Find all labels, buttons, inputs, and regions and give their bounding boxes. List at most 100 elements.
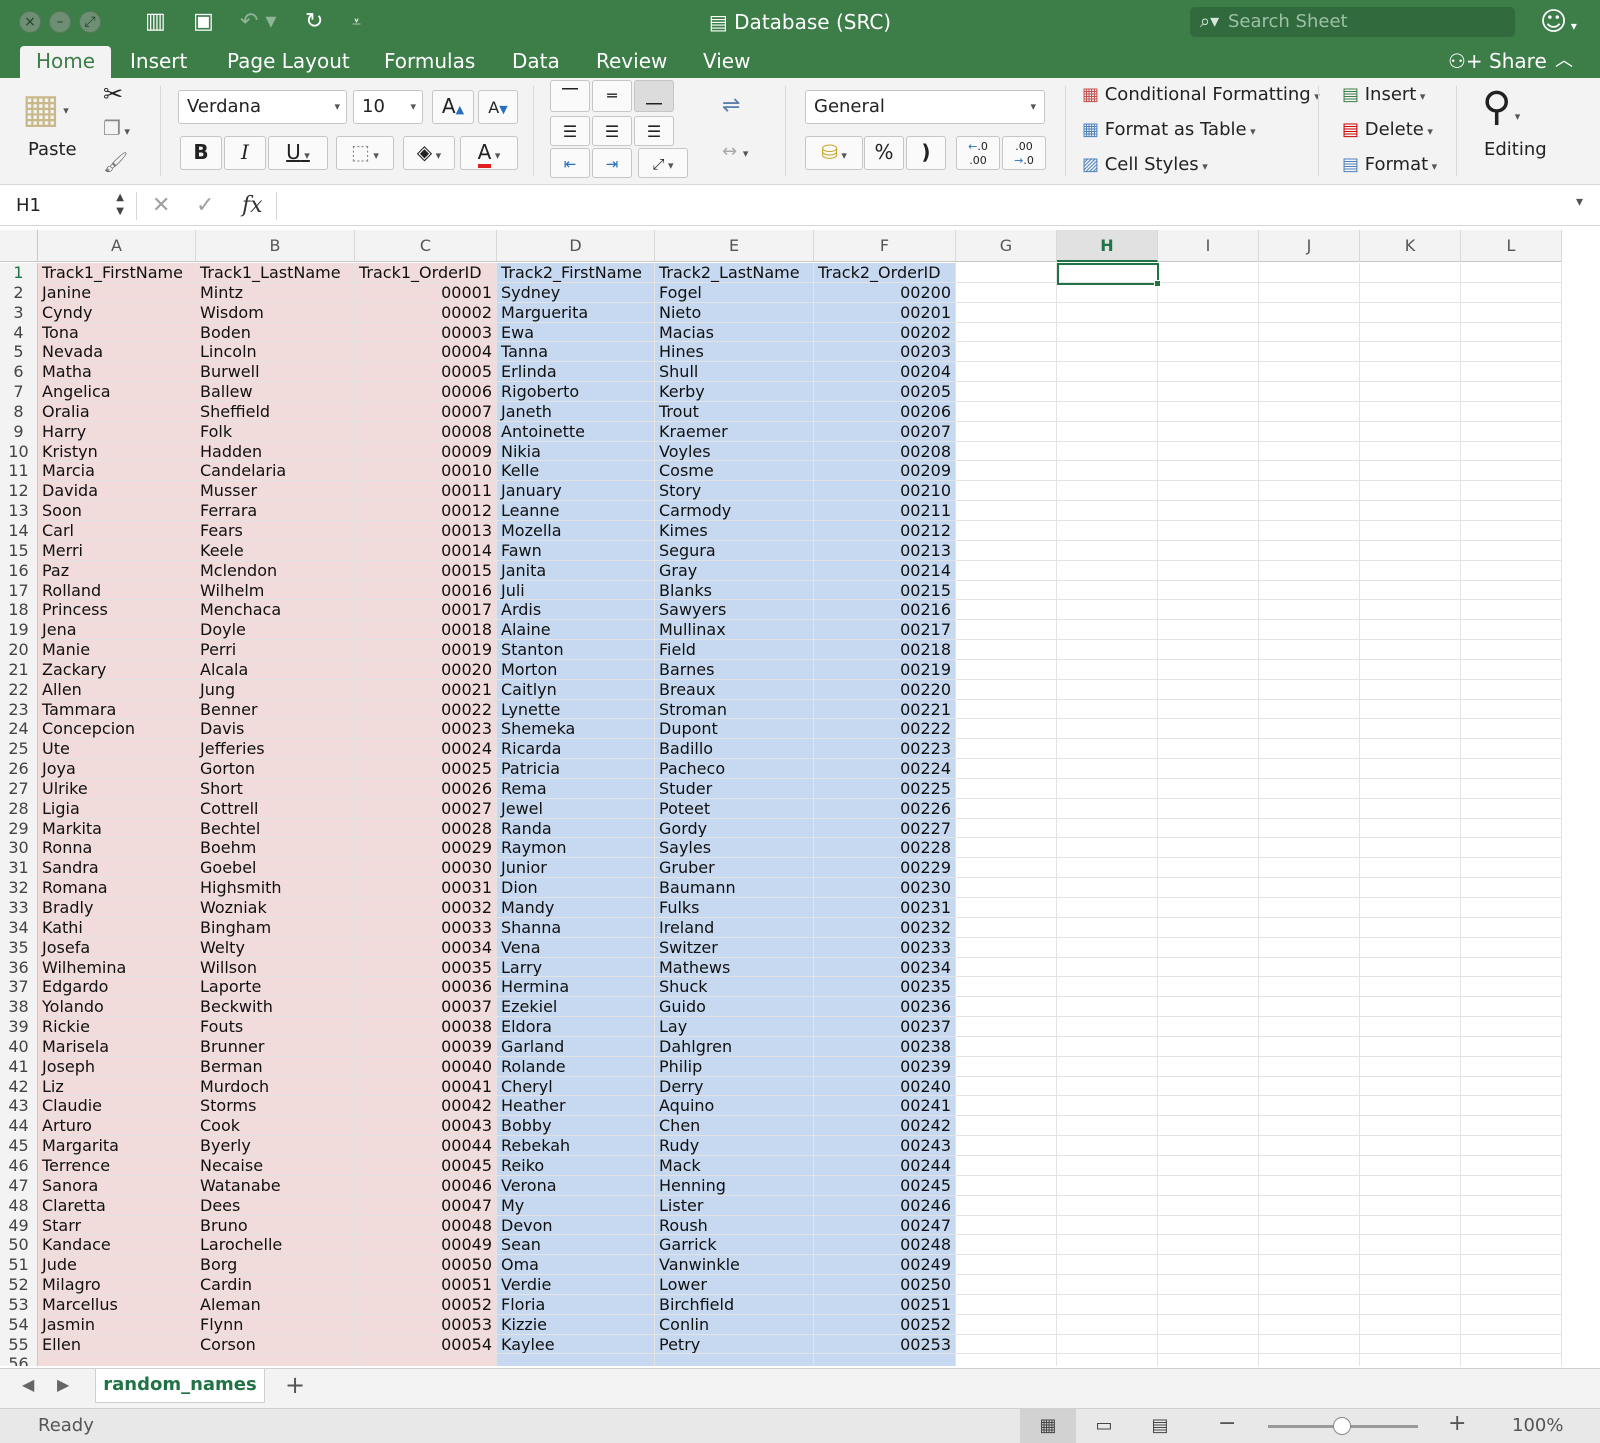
cell-C4[interactable]: 00003 <box>355 322 497 343</box>
row-number[interactable]: 38 <box>0 997 38 1018</box>
cell-B7[interactable]: Ballew <box>196 382 355 402</box>
cell-K21[interactable] <box>1360 659 1461 680</box>
cell-E55[interactable]: Petry <box>655 1334 814 1355</box>
cell-A9[interactable]: Harry <box>38 421 196 442</box>
cell-B18[interactable]: Menchaca <box>196 600 355 621</box>
cell-K43[interactable] <box>1360 1096 1461 1117</box>
cell-A15[interactable]: Merri <box>38 540 196 561</box>
cell-D17[interactable]: Juli <box>497 580 655 601</box>
cell-C32[interactable]: 00031 <box>355 878 497 898</box>
cell-G56[interactable] <box>956 1354 1057 1366</box>
cell-B39[interactable]: Fouts <box>196 1017 355 1037</box>
conditional-formatting-button[interactable]: ▦ Conditional Formatting ▾ <box>1082 83 1320 109</box>
cell-F53[interactable]: 00251 <box>814 1294 956 1315</box>
cell-F49[interactable]: 00247 <box>814 1215 956 1236</box>
cell-J43[interactable] <box>1259 1096 1360 1117</box>
row-number[interactable]: 7 <box>0 382 38 402</box>
cell-K34[interactable] <box>1360 917 1461 938</box>
cell-G23[interactable] <box>956 699 1057 720</box>
cell-I1[interactable] <box>1158 263 1259 283</box>
cell-J50[interactable] <box>1259 1235 1360 1256</box>
cell-K47[interactable] <box>1360 1175 1461 1196</box>
cell-K18[interactable] <box>1360 600 1461 621</box>
cell-H9[interactable] <box>1057 421 1158 442</box>
cell-E1[interactable]: Track2_LastName <box>655 263 814 283</box>
cell-H6[interactable] <box>1057 362 1158 383</box>
cell-B17[interactable]: Wilhelm <box>196 580 355 601</box>
cell-I48[interactable] <box>1158 1195 1259 1216</box>
cell-B11[interactable]: Candelaria <box>196 461 355 482</box>
editing-button[interactable]: Editing <box>1484 138 1547 162</box>
cell-I50[interactable] <box>1158 1235 1259 1256</box>
cell-K44[interactable] <box>1360 1116 1461 1137</box>
cell-A48[interactable]: Claretta <box>38 1195 196 1216</box>
cell-B19[interactable]: Doyle <box>196 620 355 641</box>
cell-K31[interactable] <box>1360 858 1461 879</box>
cell-D15[interactable]: Fawn <box>497 540 655 561</box>
cell-B2[interactable]: Mintz <box>196 282 355 303</box>
row-number[interactable]: 46 <box>0 1155 38 1176</box>
font-size-select[interactable]: 10 ▾ <box>353 90 423 124</box>
zoom-slider-thumb[interactable] <box>1333 1417 1351 1435</box>
cell-E53[interactable]: Birchfield <box>655 1294 814 1315</box>
cell-B37[interactable]: Laporte <box>196 977 355 998</box>
cell-E3[interactable]: Nieto <box>655 302 814 323</box>
cell-J13[interactable] <box>1259 501 1360 521</box>
cell-A53[interactable]: Marcellus <box>38 1294 196 1315</box>
cell-L28[interactable] <box>1461 798 1562 819</box>
cell-L46[interactable] <box>1461 1155 1562 1176</box>
cell-I22[interactable] <box>1158 679 1259 700</box>
cell-C35[interactable]: 00034 <box>355 937 497 958</box>
cell-D33[interactable]: Mandy <box>497 898 655 918</box>
cell-K32[interactable] <box>1360 878 1461 898</box>
cell-G44[interactable] <box>956 1116 1057 1137</box>
cell-E47[interactable]: Henning <box>655 1175 814 1196</box>
cell-L9[interactable] <box>1461 421 1562 442</box>
cell-K24[interactable] <box>1360 719 1461 740</box>
cell-D10[interactable]: Nikia <box>497 441 655 462</box>
cell-G41[interactable] <box>956 1056 1057 1077</box>
cell-A10[interactable]: Kristyn <box>38 441 196 462</box>
cell-L52[interactable] <box>1461 1275 1562 1295</box>
cell-E13[interactable]: Carmody <box>655 501 814 521</box>
font-color-icon[interactable]: A ▾ <box>460 136 518 170</box>
cell-C33[interactable]: 00032 <box>355 898 497 918</box>
cell-C53[interactable]: 00052 <box>355 1294 497 1315</box>
accounting-format-icon[interactable]: ⛁ ▾ <box>805 136 863 170</box>
cell-F4[interactable]: 00202 <box>814 322 956 343</box>
cell-G51[interactable] <box>956 1255 1057 1276</box>
cell-K30[interactable] <box>1360 838 1461 859</box>
cell-E40[interactable]: Dahlgren <box>655 1036 814 1057</box>
cell-B43[interactable]: Storms <box>196 1096 355 1117</box>
page-break-view-icon[interactable]: ▤ <box>1132 1409 1188 1443</box>
cell-D34[interactable]: Shanna <box>497 917 655 938</box>
editing-search-icon[interactable]: ⚲ ▾ <box>1482 84 1520 140</box>
cell-C30[interactable]: 00029 <box>355 838 497 859</box>
cell-D12[interactable]: January <box>497 481 655 502</box>
cell-B53[interactable]: Aleman <box>196 1294 355 1315</box>
cell-J28[interactable] <box>1259 798 1360 819</box>
cell-D24[interactable]: Shemeka <box>497 719 655 740</box>
cell-I37[interactable] <box>1158 977 1259 998</box>
cell-D26[interactable]: Patricia <box>497 759 655 779</box>
fill-color-icon[interactable]: ◈ ▾ <box>403 136 455 170</box>
cell-F19[interactable]: 00217 <box>814 620 956 641</box>
cell-K16[interactable] <box>1360 560 1461 581</box>
row-number[interactable]: 53 <box>0 1294 38 1315</box>
cell-G48[interactable] <box>956 1195 1057 1216</box>
row-number[interactable]: 2 <box>0 282 38 303</box>
cell-D5[interactable]: Tanna <box>497 342 655 363</box>
cell-F36[interactable]: 00234 <box>814 957 956 978</box>
cell-I20[interactable] <box>1158 640 1259 660</box>
cell-E48[interactable]: Lister <box>655 1195 814 1216</box>
cell-C3[interactable]: 00002 <box>355 302 497 323</box>
cell-L53[interactable] <box>1461 1294 1562 1315</box>
cell-L30[interactable] <box>1461 838 1562 859</box>
cell-D48[interactable]: My <box>497 1195 655 1216</box>
cell-A29[interactable]: Markita <box>38 818 196 839</box>
cell-A18[interactable]: Princess <box>38 600 196 621</box>
cell-J10[interactable] <box>1259 441 1360 462</box>
cell-F44[interactable]: 00242 <box>814 1116 956 1137</box>
cell-L45[interactable] <box>1461 1136 1562 1156</box>
cell-F12[interactable]: 00210 <box>814 481 956 502</box>
